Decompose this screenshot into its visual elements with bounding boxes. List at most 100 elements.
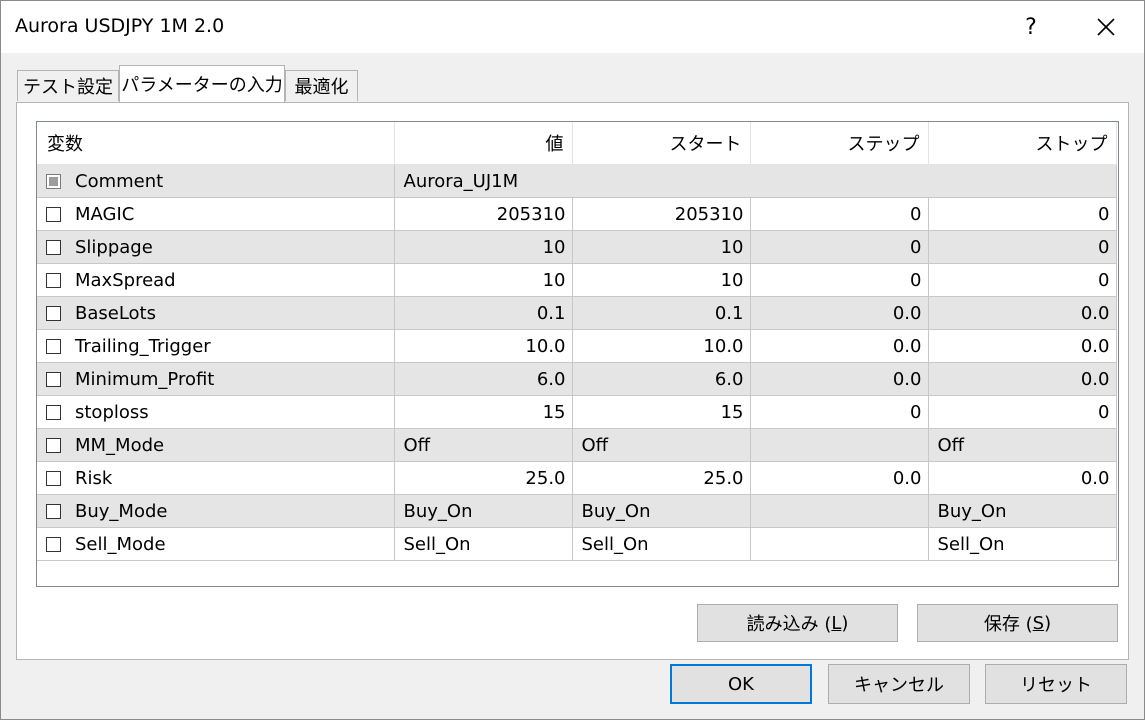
step-cell[interactable]: 0.0	[750, 296, 929, 330]
variable-cell: Sell_Mode	[37, 527, 395, 561]
step-cell[interactable]: 0	[750, 230, 929, 264]
tab-optimization[interactable]: 最適化	[285, 70, 358, 101]
stop-cell[interactable]: 0	[928, 230, 1117, 264]
step-cell[interactable]	[750, 428, 929, 462]
close-button[interactable]	[1081, 1, 1131, 53]
tab-test-settings[interactable]: テスト設定	[17, 70, 119, 101]
optimize-checkbox[interactable]	[46, 173, 61, 189]
variable-name: Sell_Mode	[75, 533, 166, 555]
stop-cell[interactable]: Buy_On	[928, 494, 1117, 528]
table-row[interactable]: BaseLots 0.1 0.1 0.0 0.0	[37, 296, 1117, 330]
value-cell[interactable]: Sell_On	[394, 527, 573, 561]
column-header-start[interactable]: スタート	[572, 122, 751, 165]
step-cell[interactable]: 0	[750, 263, 929, 297]
value-cell[interactable]: Off	[394, 428, 573, 462]
save-button-label: 保存 (	[983, 614, 1033, 635]
optimize-checkbox[interactable]	[46, 404, 61, 420]
value-cell[interactable]: 10.0	[394, 329, 573, 363]
load-button-hotkey: L	[831, 612, 842, 634]
reset-button[interactable]: リセット	[985, 664, 1127, 704]
dialog-window: Aurora USDJPY 1M 2.0 ? テスト設定 パラメーターの入力 最…	[0, 0, 1145, 720]
optimize-checkbox[interactable]	[46, 470, 61, 486]
optimize-checkbox[interactable]	[46, 239, 61, 255]
variable-cell: MM_Mode	[37, 428, 395, 462]
table-row[interactable]: Trailing_Trigger 10.0 10.0 0.0 0.0	[37, 329, 1117, 363]
value-cell[interactable]: Aurora_UJ1M	[394, 164, 1117, 198]
stop-cell[interactable]: 0	[928, 263, 1117, 297]
stop-cell[interactable]: 0.0	[928, 461, 1117, 495]
value-cell[interactable]: 0.1	[394, 296, 573, 330]
value-cell[interactable]: 205310	[394, 197, 573, 231]
column-header-step[interactable]: ステップ	[750, 122, 929, 165]
table-row[interactable]: Sell_Mode Sell_On Sell_On Sell_On	[37, 527, 1117, 561]
column-header-variable[interactable]: 変数	[37, 122, 395, 165]
optimize-checkbox[interactable]	[46, 437, 61, 453]
variable-cell: Minimum_Profit	[37, 362, 395, 396]
start-cell[interactable]: Buy_On	[572, 494, 751, 528]
variable-name: BaseLots	[75, 302, 156, 324]
ok-button[interactable]: OK	[670, 664, 812, 704]
start-cell[interactable]: 0.1	[572, 296, 751, 330]
start-cell[interactable]: 25.0	[572, 461, 751, 495]
value-cell[interactable]: Buy_On	[394, 494, 573, 528]
optimize-checkbox[interactable]	[46, 338, 61, 354]
load-button-label: 読み込み (	[746, 614, 832, 635]
optimize-checkbox[interactable]	[46, 371, 61, 387]
start-cell[interactable]: 10	[572, 263, 751, 297]
save-button[interactable]: 保存 (S)	[917, 604, 1118, 642]
stop-cell[interactable]: 0.0	[928, 296, 1117, 330]
table-row[interactable]: Risk 25.0 25.0 0.0 0.0	[37, 461, 1117, 495]
value-cell[interactable]: 10	[394, 230, 573, 264]
step-cell[interactable]: 0.0	[750, 461, 929, 495]
variable-cell: Slippage	[37, 230, 395, 264]
help-button[interactable]: ?	[1009, 1, 1053, 53]
tab-parameters[interactable]: パラメーターの入力	[119, 65, 285, 102]
header-row: 変数 値 スタート ステップ ストップ	[37, 122, 1117, 165]
stop-cell[interactable]: Sell_On	[928, 527, 1117, 561]
table-row[interactable]: Comment Aurora_UJ1M	[37, 164, 1117, 198]
start-cell[interactable]: 15	[572, 395, 751, 429]
stop-cell[interactable]: 0	[928, 395, 1117, 429]
stop-cell[interactable]: 0	[928, 197, 1117, 231]
table-row[interactable]: Slippage 10 10 0 0	[37, 230, 1117, 264]
step-cell[interactable]	[750, 527, 929, 561]
variable-name: MM_Mode	[75, 434, 165, 456]
stop-cell[interactable]: 0.0	[928, 362, 1117, 396]
stop-cell[interactable]: 0.0	[928, 329, 1117, 363]
load-button[interactable]: 読み込み (L)	[697, 604, 898, 642]
start-cell[interactable]: 6.0	[572, 362, 751, 396]
variable-name: stoploss	[75, 401, 149, 423]
table-row[interactable]: Buy_Mode Buy_On Buy_On Buy_On	[37, 494, 1117, 528]
step-cell[interactable]: 0	[750, 395, 929, 429]
parameters-panel: 変数 値 スタート ステップ ストップ Comment Aurora_UJ1M …	[16, 102, 1129, 660]
start-cell[interactable]: Sell_On	[572, 527, 751, 561]
value-cell[interactable]: 6.0	[394, 362, 573, 396]
optimize-checkbox[interactable]	[46, 206, 61, 222]
start-cell[interactable]: 10	[572, 230, 751, 264]
table-row[interactable]: MAGIC 205310 205310 0 0	[37, 197, 1117, 231]
cancel-button[interactable]: キャンセル	[828, 664, 970, 704]
stop-cell[interactable]: Off	[928, 428, 1117, 462]
parameters-grid[interactable]: 変数 値 スタート ステップ ストップ Comment Aurora_UJ1M …	[36, 121, 1119, 587]
optimize-checkbox[interactable]	[46, 536, 61, 552]
step-cell[interactable]: 0	[750, 197, 929, 231]
step-cell[interactable]: 0.0	[750, 362, 929, 396]
title-bar[interactable]: Aurora USDJPY 1M 2.0 ?	[1, 1, 1144, 53]
table-row[interactable]: Minimum_Profit 6.0 6.0 0.0 0.0	[37, 362, 1117, 396]
start-cell[interactable]: 10.0	[572, 329, 751, 363]
value-cell[interactable]: 15	[394, 395, 573, 429]
start-cell[interactable]: Off	[572, 428, 751, 462]
optimize-checkbox[interactable]	[46, 503, 61, 519]
column-header-value[interactable]: 値	[394, 122, 573, 165]
column-header-stop[interactable]: ストップ	[928, 122, 1117, 165]
step-cell[interactable]	[750, 494, 929, 528]
start-cell[interactable]: 205310	[572, 197, 751, 231]
value-cell[interactable]: 10	[394, 263, 573, 297]
step-cell[interactable]: 0.0	[750, 329, 929, 363]
optimize-checkbox[interactable]	[46, 305, 61, 321]
optimize-checkbox[interactable]	[46, 272, 61, 288]
table-row[interactable]: MM_Mode Off Off Off	[37, 428, 1117, 462]
table-row[interactable]: MaxSpread 10 10 0 0	[37, 263, 1117, 297]
value-cell[interactable]: 25.0	[394, 461, 573, 495]
table-row[interactable]: stoploss 15 15 0 0	[37, 395, 1117, 429]
